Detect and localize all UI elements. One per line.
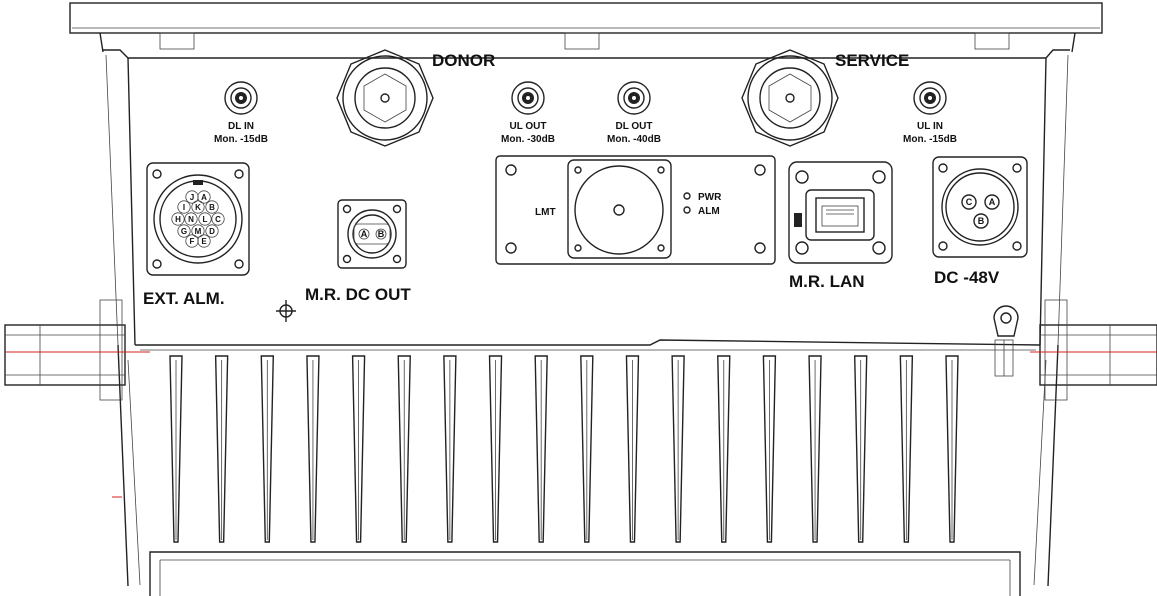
ext-alarm-pin-label: N (188, 215, 194, 224)
ext-alarm-pin-label: B (209, 203, 215, 212)
dc-48v-label: DC -48V (934, 268, 1000, 287)
pwr-led-label: PWR (698, 192, 722, 203)
heatsink-fins (169, 355, 959, 543)
mr-dc-out-connector: A B (337, 199, 407, 269)
dc-48v-connector: C A B (932, 156, 1028, 258)
donor-connector (336, 49, 434, 147)
ul-in-monitor-port (913, 81, 947, 115)
ext-alarm-pin-label: C (215, 215, 221, 224)
dc-out-pin-a: A (361, 229, 368, 239)
ext-alarm-pin-label: J (190, 193, 194, 202)
ext-alarm-pins: J A I K B H N L C G M D F E (171, 190, 225, 248)
left-mounting-bracket (4, 299, 126, 401)
mr-lan-label: M.R. LAN (789, 272, 865, 291)
ground-lug (993, 305, 1019, 377)
ul-in-mon-label: Mon. -15dB (903, 134, 957, 145)
ext-alarm-pin-label: A (201, 193, 207, 202)
dc48-pin-b: B (978, 216, 985, 226)
dc48-pin-a: A (989, 197, 996, 207)
dl-in-monitor-port (224, 81, 258, 115)
ext-alarm-pin-label: M (195, 227, 202, 236)
ul-in-label: UL IN (917, 121, 943, 132)
dl-out-label: DL OUT (615, 121, 652, 132)
lmt-label: LMT (535, 207, 556, 218)
top-lid (69, 2, 1103, 53)
ext-alarm-pin-label: H (175, 215, 181, 224)
dc-out-pin-b: B (378, 229, 385, 239)
donor-label: DONOR (432, 51, 495, 70)
ul-out-label: UL OUT (509, 121, 546, 132)
dc48-pin-c: C (966, 197, 973, 207)
ext-alarm-pin-label: E (201, 237, 207, 246)
ext-alarm-pin-label: K (195, 203, 201, 212)
ext-alarm-pin-label: F (190, 237, 195, 246)
dl-out-monitor-port (617, 81, 651, 115)
ul-out-mon-label: Mon. -30dB (501, 134, 555, 145)
service-connector (741, 49, 839, 147)
ext-alarm-pin-label: I (183, 203, 185, 212)
ul-out-monitor-port (511, 81, 545, 115)
dl-in-label: DL IN (228, 121, 254, 132)
ext-alarm-pin-label: G (181, 227, 187, 236)
ext-alm-label: EXT. ALM. (143, 289, 225, 308)
ext-alarm-pin-label: D (209, 227, 215, 236)
service-label: SERVICE (835, 51, 909, 70)
alm-led-label: ALM (698, 206, 720, 217)
mr-lan-connector (788, 161, 893, 264)
ext-alarm-connector: J A I K B H N L C G M D F E (146, 162, 250, 276)
dl-in-mon-label: Mon. -15dB (214, 134, 268, 145)
mr-dc-out-label: M.R. DC OUT (305, 285, 411, 304)
ext-alarm-pin-label: L (203, 215, 208, 224)
dl-out-mon-label: Mon. -40dB (607, 134, 661, 145)
crosshair-mark (276, 300, 296, 322)
equipment-panel-drawing: DONOR SERVICE DL IN Mon. -15dB UL OUT Mo… (4, 2, 1157, 596)
